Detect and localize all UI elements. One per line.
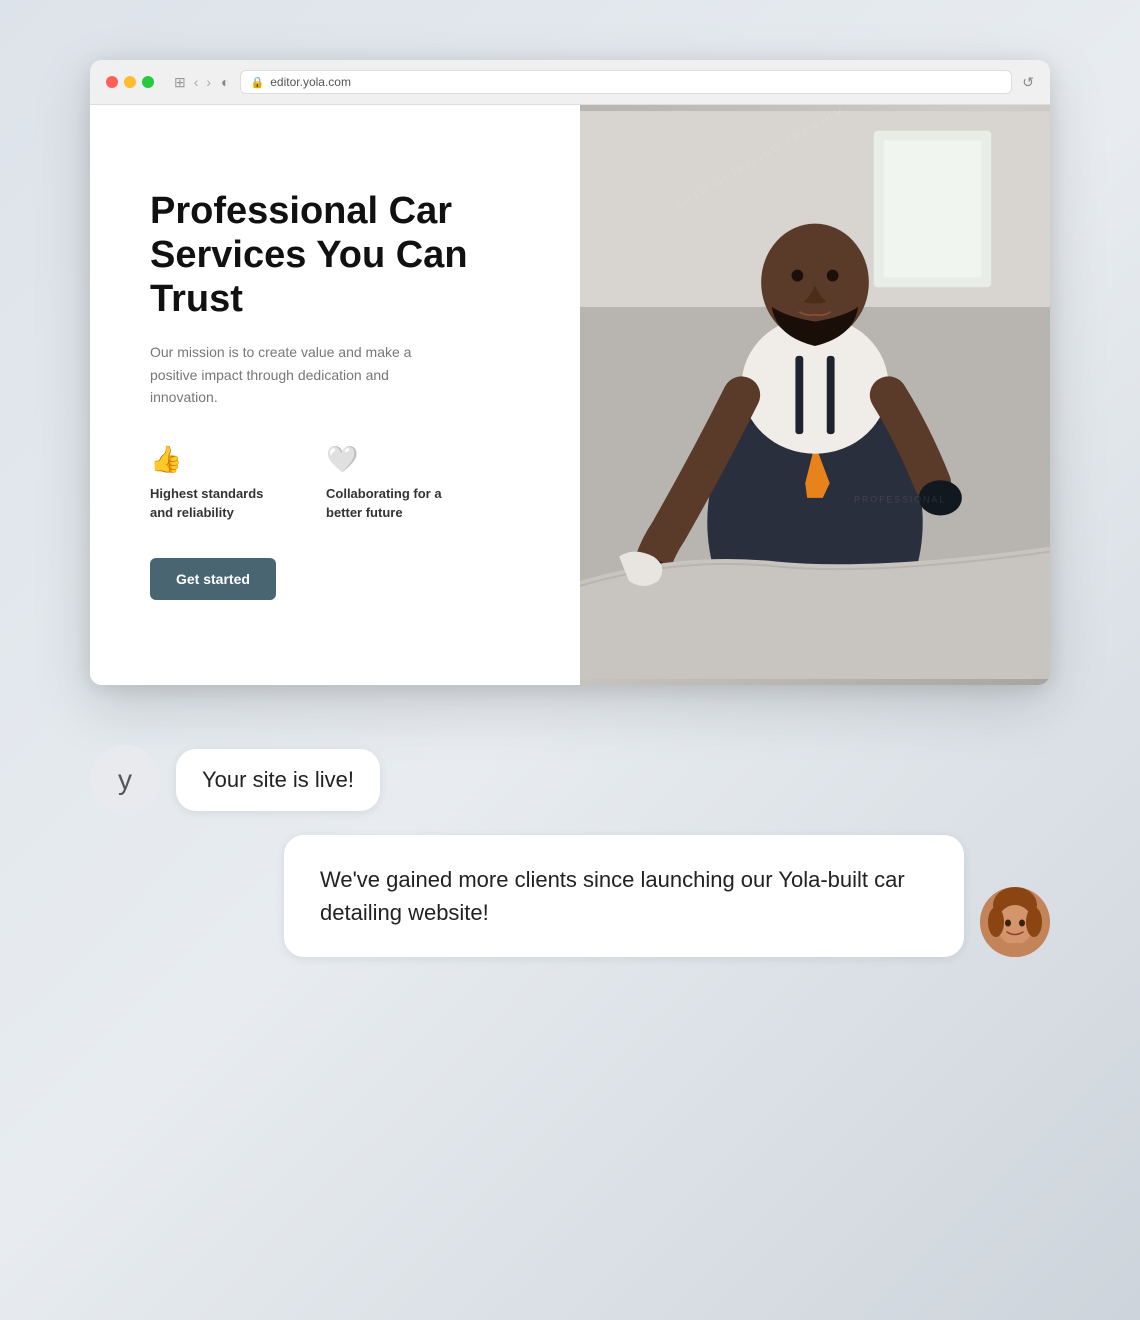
heart-icon: 🤍 — [326, 444, 466, 475]
forward-button[interactable]: › — [206, 74, 211, 90]
reload-button[interactable]: ↺ — [1022, 74, 1034, 91]
browser-controls: ⊞ ‹ › — [174, 74, 211, 91]
traffic-lights — [106, 76, 154, 88]
features-row: 👍 Highest standards and reliability 🤍 Co… — [150, 444, 530, 521]
hero-image-panel: AUTO DETAILING PREMIUM PROFESSIONAL — [580, 105, 1050, 685]
chat-row-user: We've gained more clients since launchin… — [90, 835, 1050, 957]
mechanic-illustration: AUTO DETAILING PREMIUM PROFESSIONAL — [580, 105, 1050, 685]
browser-window: ⊞ ‹ › ◐ 🔒 editor.yola.com ↺ Professional… — [90, 60, 1050, 685]
maximize-button[interactable] — [142, 76, 154, 88]
lock-icon: 🔒 — [251, 76, 265, 89]
chat-row-yola: y Your site is live! — [90, 745, 1050, 815]
chat-bubble-yola: Your site is live! — [176, 749, 380, 811]
url-text: editor.yola.com — [270, 75, 351, 89]
chat-bubble-user: We've gained more clients since launchin… — [284, 835, 964, 957]
user-avatar-image — [980, 887, 1050, 957]
chat-section: y Your site is live! We've gained more c… — [90, 725, 1050, 977]
yola-avatar: y — [90, 745, 160, 815]
get-started-button[interactable]: Get started — [150, 558, 276, 600]
close-button[interactable] — [106, 76, 118, 88]
minimize-button[interactable] — [124, 76, 136, 88]
sidebar-toggle-icon[interactable]: ⊞ — [174, 74, 186, 91]
address-bar[interactable]: 🔒 editor.yola.com — [240, 70, 1013, 94]
hero-image: AUTO DETAILING PREMIUM PROFESSIONAL — [580, 105, 1050, 685]
feature-label-collaboration: Collaborating for a better future — [326, 485, 466, 521]
privacy-icon: ◐ — [221, 74, 229, 90]
hero-left-panel: Professional Car Services You Can Trust … — [90, 105, 580, 685]
hero-description: Our mission is to create value and make … — [150, 341, 450, 408]
feature-item-collaboration: 🤍 Collaborating for a better future — [326, 444, 466, 521]
back-button[interactable]: ‹ — [194, 74, 199, 90]
feature-label-standards: Highest standards and reliability — [150, 485, 290, 521]
browser-toolbar: ⊞ ‹ › ◐ 🔒 editor.yola.com ↺ — [90, 60, 1050, 105]
hero-title: Professional Car Services You Can Trust — [150, 190, 530, 321]
svg-text:PROFESSIONAL: PROFESSIONAL — [854, 495, 946, 505]
thumbs-up-icon: 👍 — [150, 444, 290, 475]
hero-section: Professional Car Services You Can Trust … — [90, 105, 1050, 685]
yola-avatar-letter: y — [118, 764, 132, 796]
feature-item-standards: 👍 Highest standards and reliability — [150, 444, 290, 521]
user-avatar — [980, 887, 1050, 957]
